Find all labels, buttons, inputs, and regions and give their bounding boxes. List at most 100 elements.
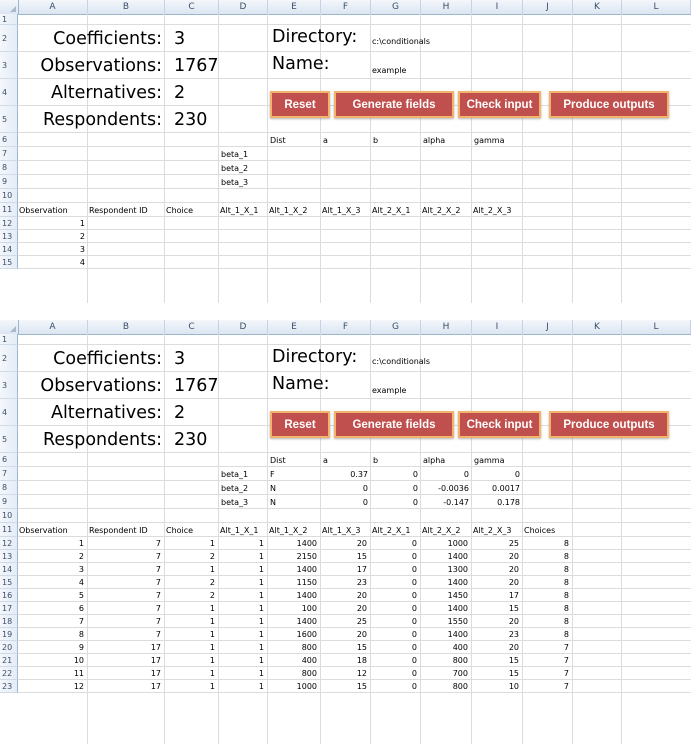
table-cell[interactable]: 1400 [448, 631, 468, 639]
value-coefficients[interactable]: 3 [174, 350, 185, 369]
table-cell[interactable]: 1 [259, 644, 264, 652]
table-header-5[interactable]: Alt_1_X_3 [322, 207, 361, 215]
table-cell[interactable]: 0 [412, 579, 417, 587]
column-header-a[interactable]: A [18, 0, 88, 14]
table-cell[interactable]: 7 [156, 631, 161, 639]
table-cell[interactable]: 0 [412, 566, 417, 574]
table-cell[interactable]: 2 [210, 553, 215, 561]
value-name[interactable]: example [372, 66, 406, 75]
table-cell[interactable]: 7 [564, 683, 569, 691]
table-cell[interactable]: 20 [357, 592, 367, 600]
table-cell[interactable]: 1 [210, 670, 215, 678]
table-cell[interactable]: 1400 [448, 605, 468, 613]
table-cell[interactable]: 1400 [297, 566, 317, 574]
table-cell[interactable]: 1 [210, 618, 215, 626]
table-cell[interactable]: 7 [156, 605, 161, 613]
observation-cell[interactable]: 4 [80, 259, 85, 267]
column-header-e[interactable]: E [268, 320, 321, 334]
column-header-d[interactable]: D [219, 320, 268, 334]
table-cell[interactable]: 1150 [297, 579, 317, 587]
table-cell[interactable]: 15 [357, 553, 367, 561]
table-cell[interactable]: 2 [210, 592, 215, 600]
beta-param-cell[interactable]: 0.0017 [492, 485, 520, 493]
table-cell[interactable]: 23 [357, 579, 367, 587]
row-header[interactable]: 14 [0, 243, 18, 256]
table-cell[interactable]: 1 [259, 683, 264, 691]
table-cell[interactable]: 800 [453, 657, 468, 665]
column-header-b[interactable]: B [88, 320, 165, 334]
table-cell[interactable]: 7 [564, 657, 569, 665]
row-header[interactable]: 6 [0, 453, 18, 467]
table-header-0[interactable]: Observation [19, 207, 68, 215]
dist-header-0[interactable]: Dist [270, 457, 286, 465]
table-cell[interactable]: 1 [259, 592, 264, 600]
generate-button[interactable]: Generate fields [334, 411, 454, 438]
table-cell[interactable]: 7 [79, 618, 84, 626]
table-cell[interactable]: 0 [412, 670, 417, 678]
table-cell[interactable]: 3 [79, 566, 84, 574]
table-cell[interactable]: 400 [302, 657, 317, 665]
beta-param-cell[interactable]: 0 [363, 499, 368, 507]
produce-button[interactable]: Produce outputs [549, 411, 669, 438]
table-cell[interactable]: 0 [412, 657, 417, 665]
column-header-f[interactable]: F [321, 0, 371, 14]
table-cell[interactable]: 7 [156, 592, 161, 600]
table-cell[interactable]: 800 [453, 683, 468, 691]
column-header-f[interactable]: F [321, 320, 371, 334]
row-header[interactable]: 13 [0, 550, 18, 563]
table-cell[interactable]: 1 [210, 683, 215, 691]
table-cell[interactable]: 20 [509, 618, 519, 626]
row-header[interactable]: 13 [0, 230, 18, 243]
table-cell[interactable]: 1300 [448, 566, 468, 574]
table-cell[interactable]: 400 [453, 644, 468, 652]
row-header[interactable]: 23 [0, 680, 18, 693]
beta-param-cell[interactable]: -0.0036 [438, 485, 469, 493]
check-button[interactable]: Check input [458, 91, 541, 118]
column-header-g[interactable]: G [371, 0, 421, 14]
column-header-g[interactable]: G [371, 320, 421, 334]
table-cell[interactable]: 1400 [448, 553, 468, 561]
beta-param-cell[interactable]: 0.178 [497, 499, 520, 507]
beta-param-cell[interactable]: 0 [413, 499, 418, 507]
row-header[interactable]: 3 [0, 372, 18, 399]
beta-label[interactable]: beta_2 [221, 485, 248, 493]
reset-button[interactable]: Reset [270, 91, 330, 118]
row-header[interactable]: 20 [0, 641, 18, 654]
dist-header-3[interactable]: alpha [423, 457, 445, 465]
table-header-3[interactable]: Alt_1_X_1 [220, 207, 259, 215]
row-header[interactable]: 22 [0, 667, 18, 680]
row-header[interactable]: 15 [0, 256, 18, 269]
table-cell[interactable]: 10 [509, 683, 519, 691]
table-cell[interactable]: 7 [156, 618, 161, 626]
generate-button[interactable]: Generate fields [334, 91, 454, 118]
table-cell[interactable]: 12 [357, 670, 367, 678]
table-cell[interactable]: 2 [79, 553, 84, 561]
beta-param-cell[interactable]: N [270, 499, 276, 507]
observation-cell[interactable]: 3 [80, 246, 85, 254]
table-cell[interactable]: 1 [210, 657, 215, 665]
beta-param-cell[interactable]: 0 [464, 471, 469, 479]
observation-cell[interactable]: 2 [80, 233, 85, 241]
table-header-5[interactable]: Alt_1_X_3 [322, 527, 361, 535]
table-cell[interactable]: 6 [79, 605, 84, 613]
table-cell[interactable]: 18 [357, 657, 367, 665]
table-header-1[interactable]: Respondent ID [89, 207, 148, 215]
row-header[interactable]: 18 [0, 615, 18, 628]
table-cell[interactable]: 0 [412, 605, 417, 613]
table-cell[interactable]: 7 [156, 579, 161, 587]
beta-param-cell[interactable]: F [270, 471, 275, 479]
table-header-2[interactable]: Choice [166, 527, 193, 535]
table-cell[interactable]: 7 [156, 540, 161, 548]
value-directory[interactable]: c:\conditionals [372, 37, 430, 46]
table-cell[interactable]: 1 [79, 540, 84, 548]
table-header-7[interactable]: Alt_2_X_2 [422, 207, 461, 215]
table-cell[interactable]: 15 [357, 683, 367, 691]
table-cell[interactable]: 1400 [297, 592, 317, 600]
table-cell[interactable]: 1400 [297, 618, 317, 626]
table-cell[interactable]: 0 [412, 683, 417, 691]
table-cell[interactable]: 5 [79, 592, 84, 600]
row-header[interactable]: 12 [0, 537, 18, 550]
table-cell[interactable]: 8 [564, 540, 569, 548]
table-header-1[interactable]: Respondent ID [89, 527, 148, 535]
row-header[interactable]: 21 [0, 654, 18, 667]
